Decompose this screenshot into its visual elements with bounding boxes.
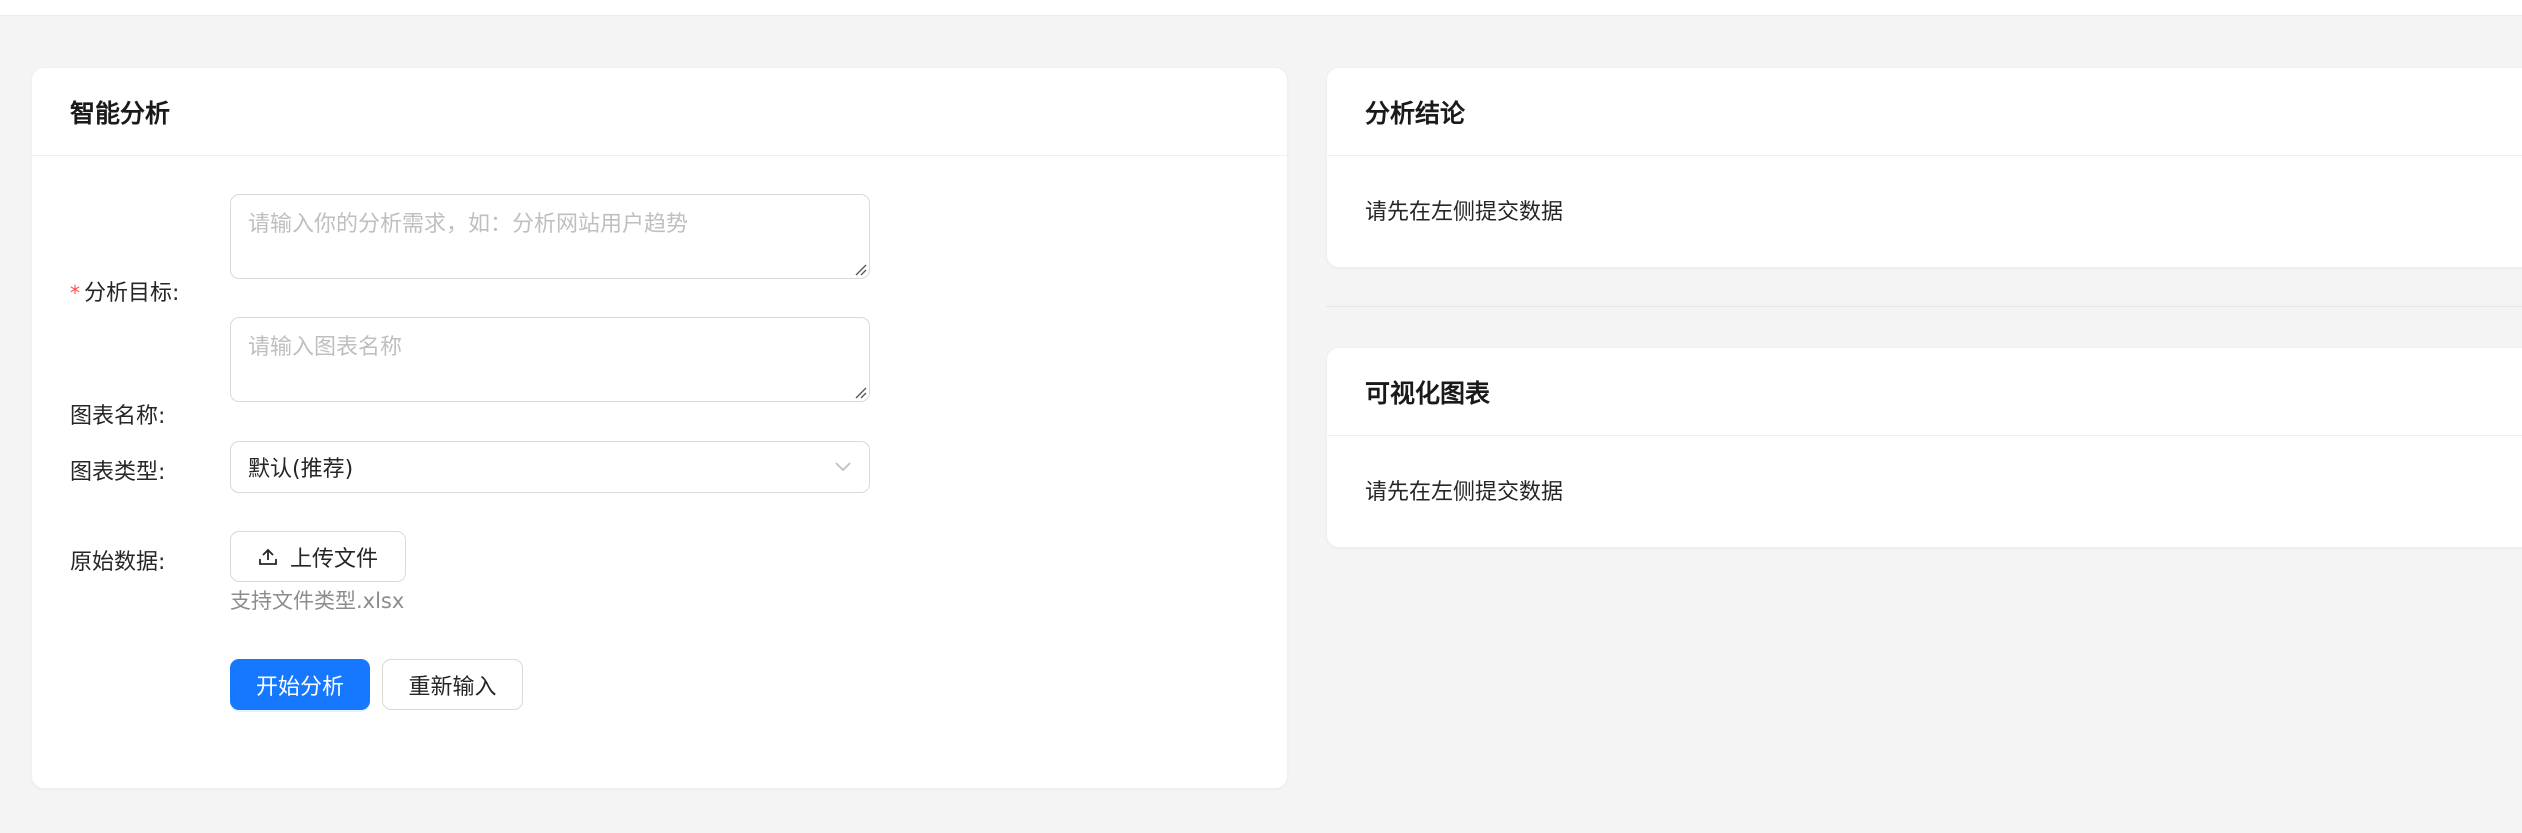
smart-analysis-card: 智能分析 * 分析目标: 请输入你的分析需求，如：分析网站用户趋势 图表名称: 请… (31, 67, 1288, 789)
analysis-goal-label: 分析目标 (84, 281, 173, 306)
upload-file-button[interactable]: 上传文件 (230, 531, 406, 582)
visualization-chart-title: 可视化图表 (1327, 348, 2522, 436)
required-mark: * (70, 281, 80, 305)
analysis-conclusion-empty-text: 请先在左侧提交数据 (1365, 200, 1564, 225)
section-divider (1326, 306, 2522, 307)
chart-type-select[interactable]: 默认(推荐) (230, 441, 870, 493)
reset-button[interactable]: 重新输入 (382, 659, 523, 710)
top-header-bar (0, 0, 2522, 16)
chart-name-label: 图表名称 (70, 404, 159, 429)
file-type-hint: 支持文件类型.xlsx (230, 589, 405, 613)
visualization-chart-empty-text: 请先在左侧提交数据 (1365, 480, 1564, 505)
chevron-down-icon (835, 462, 851, 472)
start-analysis-button[interactable]: 开始分析 (230, 659, 370, 710)
raw-data-label-row: 原始数据: (70, 550, 166, 575)
analysis-goal-placeholder: 请输入你的分析需求，如：分析网站用户趋势 (248, 212, 689, 237)
chart-name-placeholder: 请输入图表名称 (248, 335, 403, 360)
chart-type-selected: 默认(推荐) (248, 457, 354, 482)
visualization-chart-card: 可视化图表 请先在左侧提交数据 (1326, 347, 2522, 548)
upload-icon (259, 548, 277, 565)
resize-grip-icon[interactable] (853, 385, 867, 399)
analysis-conclusion-title: 分析结论 (1327, 68, 2522, 156)
resize-grip-icon[interactable] (853, 262, 867, 276)
smart-analysis-title: 智能分析 (32, 68, 1287, 156)
chart-type-label-row: 图表类型: (70, 460, 166, 485)
chart-name-label-row: 图表名称: (70, 404, 166, 429)
chart-type-label: 图表类型 (70, 460, 159, 485)
chart-name-textarea[interactable]: 请输入图表名称 (230, 317, 870, 402)
analysis-goal-textarea[interactable]: 请输入你的分析需求，如：分析网站用户趋势 (230, 194, 870, 279)
analysis-goal-label-row: * 分析目标: (70, 281, 180, 306)
upload-file-label: 上传文件 (289, 546, 378, 572)
raw-data-label: 原始数据 (70, 550, 159, 575)
analysis-conclusion-card: 分析结论 请先在左侧提交数据 (1326, 67, 2522, 268)
